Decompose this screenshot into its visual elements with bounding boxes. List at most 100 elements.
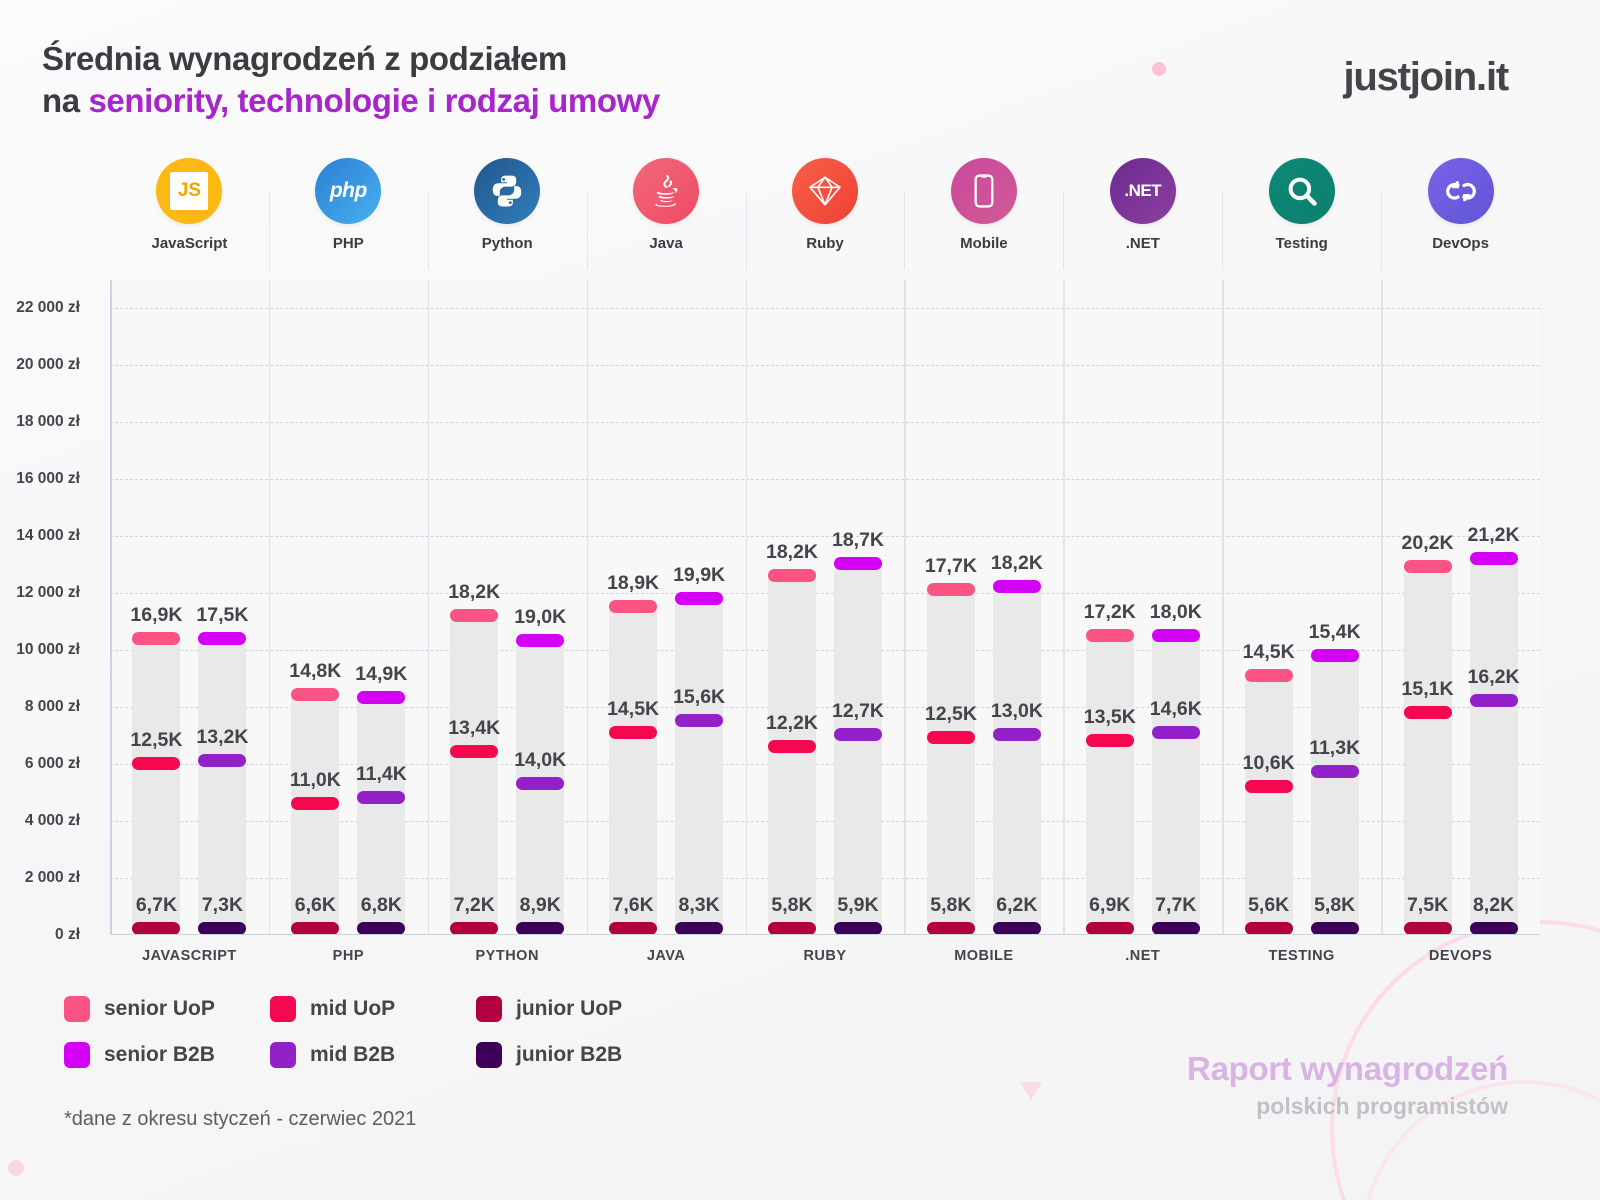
- testing-icon: [1268, 158, 1335, 224]
- bar-group-java: 18,9K 14,5K 7,6K 19,9K 15,6K 8,3K: [587, 280, 746, 935]
- bar-track-b2b[interactable]: 15,4K 11,3K 5,8K: [1309, 621, 1361, 935]
- bar-track-uop[interactable]: 18,2K 13,4K 7,2K: [448, 581, 500, 935]
- bar-value-label: 16,2K: [1467, 666, 1520, 689]
- bar-group-python: 18,2K 13,4K 7,2K 19,0K 14,0K 8,9K: [428, 280, 587, 935]
- x-axis-label: TESTING: [1268, 948, 1335, 964]
- bar-value-label: 17,2K: [1083, 600, 1136, 623]
- legend-item-senior-b2b[interactable]: senior B2B: [64, 1042, 270, 1068]
- bar-marker-senior-b2b[interactable]: [992, 580, 1041, 594]
- legend-item-mid-b2b[interactable]: mid B2B: [270, 1042, 476, 1068]
- bar-marker-senior-uop[interactable]: [1403, 560, 1452, 574]
- java-icon: [633, 158, 700, 224]
- bar-track-uop[interactable]: 20,2K 15,1K 7,5K: [1402, 532, 1454, 935]
- bar-marker-senior-b2b[interactable]: [1469, 551, 1518, 565]
- bar-marker-senior-uop[interactable]: [609, 600, 658, 614]
- bar-marker-senior-b2b[interactable]: [834, 557, 882, 571]
- bar-marker-mid-uop[interactable]: [1244, 779, 1293, 793]
- bar-track-b2b[interactable]: 14,9K 11,4K 6,8K: [355, 663, 407, 935]
- legend-item-mid-uop[interactable]: mid UoP: [270, 996, 476, 1022]
- bar-track-b2b[interactable]: 18,2K 13,0K 6,2K: [991, 552, 1043, 935]
- bar-marker-senior-uop[interactable]: [132, 631, 181, 645]
- bar-marker-senior-uop[interactable]: [1085, 628, 1134, 642]
- legend-item-junior-b2b[interactable]: junior B2B: [476, 1042, 682, 1068]
- bar-marker-mid-uop[interactable]: [926, 731, 975, 745]
- bar-value-label: 7,3K: [201, 894, 244, 916]
- tech-cell-javascript: JS JavaScript: [110, 158, 269, 270]
- legend-item-junior-uop[interactable]: junior UoP: [476, 996, 682, 1022]
- bar-marker-mid-uop[interactable]: [1085, 734, 1134, 748]
- bar-marker-mid-uop[interactable]: [450, 745, 499, 759]
- bar-marker-senior-b2b[interactable]: [198, 631, 247, 645]
- bar-value-label: 8,3K: [678, 894, 720, 916]
- legend-item-senior-uop[interactable]: senior UoP: [64, 996, 270, 1022]
- decor-dot-icon: [1152, 62, 1166, 76]
- bar-marker-senior-uop[interactable]: [450, 608, 499, 622]
- x-axis-label: PYTHON: [475, 948, 539, 964]
- bar-track-b2b[interactable]: 19,0K 14,0K 8,9K: [514, 606, 566, 935]
- bar-marker-senior-uop[interactable]: [768, 568, 816, 582]
- bar-marker-mid-b2b[interactable]: [1310, 765, 1359, 779]
- legend-swatch-icon: [64, 996, 90, 1022]
- bar-value-label: 14,5K: [1242, 640, 1295, 663]
- bar-value-label: 16,9K: [130, 603, 183, 626]
- bar-track-b2b[interactable]: 21,2K 16,2K 8,2K: [1467, 524, 1520, 935]
- bar-marker-senior-b2b[interactable]: [357, 691, 406, 705]
- bar-group-testing: 14,5K 10,6K 5,6K 15,4K 11,3K 5,8K: [1222, 280, 1381, 935]
- bar-marker-senior-b2b[interactable]: [516, 634, 565, 648]
- bar-marker-senior-b2b[interactable]: [1310, 648, 1359, 662]
- bar-marker-mid-b2b[interactable]: [1151, 725, 1200, 739]
- bar-marker-mid-b2b[interactable]: [357, 791, 406, 804]
- bar-marker-mid-uop[interactable]: [291, 796, 340, 810]
- bar-marker-senior-uop[interactable]: [1244, 668, 1293, 682]
- bar-marker-mid-b2b[interactable]: [1469, 694, 1518, 708]
- bar-pair: 14,5K 10,6K 5,6K 15,4K 11,3K 5,8K: [1222, 280, 1381, 935]
- y-axis-tick-label: 12 000 zł: [16, 584, 80, 602]
- bar-marker-mid-b2b[interactable]: [834, 728, 882, 742]
- bar-track-b2b[interactable]: 18,0K 14,6K 7,7K: [1150, 601, 1202, 935]
- bar-marker-mid-uop[interactable]: [132, 756, 181, 770]
- bar-track-uop[interactable]: 17,2K 13,5K 6,9K: [1084, 601, 1136, 935]
- y-axis-tick-label: 8 000 zł: [24, 698, 80, 716]
- bar-track-uop[interactable]: 18,9K 14,5K 7,6K: [607, 572, 660, 935]
- bar-value-label: 19,0K: [514, 606, 567, 629]
- bar-marker-mid-uop[interactable]: [768, 739, 816, 753]
- bar-value-label: 6,8K: [360, 894, 402, 916]
- bar-marker-mid-b2b[interactable]: [198, 753, 247, 767]
- bar-track-uop[interactable]: 17,7K 12,5K 5,8K: [924, 555, 977, 935]
- bar-value-label: 14,5K: [607, 697, 660, 720]
- chart-legend: senior UoP mid UoP junior UoP senior B2B mid…: [64, 996, 682, 1068]
- bar-value-label: 12,2K: [765, 711, 819, 734]
- bar-marker-senior-uop[interactable]: [926, 583, 975, 597]
- bar-marker-mid-uop[interactable]: [609, 725, 658, 739]
- bar-value-label: 17,7K: [924, 555, 977, 578]
- bar-track-uop[interactable]: 14,5K 10,6K 5,6K: [1243, 641, 1295, 935]
- bar-track-uop[interactable]: 16,9K 12,5K 6,7K: [130, 604, 182, 935]
- bar-value-label: 8,2K: [1472, 894, 1515, 916]
- bar-value-label: 7,5K: [1406, 894, 1449, 916]
- bar-track-b2b[interactable]: 17,5K 13,2K 7,3K: [196, 604, 248, 935]
- bar-marker-senior-uop[interactable]: [291, 688, 340, 702]
- bar-marker-mid-uop[interactable]: [1403, 705, 1452, 719]
- footnote: *dane z okresu styczeń - czerwiec 2021: [64, 1108, 417, 1130]
- bar-track-uop[interactable]: 18,2K 12,2K 5,8K: [765, 541, 819, 935]
- tech-cell-php: php PHP: [268, 158, 428, 270]
- bar-value-label: 12,5K: [924, 703, 977, 726]
- tech-cell-testing: Testing: [1222, 158, 1381, 270]
- mobile-icon: [950, 158, 1017, 224]
- legend-label: senior UoP: [104, 997, 215, 1020]
- bar-marker-mid-b2b[interactable]: [992, 728, 1041, 742]
- bar-track-b2b[interactable]: 18,7K 12,7K 5,9K: [832, 529, 884, 935]
- bar-value-label: 18,7K: [831, 529, 885, 552]
- bar-marker-senior-b2b[interactable]: [675, 591, 724, 605]
- bar-marker-senior-b2b[interactable]: [1151, 628, 1200, 642]
- bar-marker-mid-b2b[interactable]: [675, 714, 724, 728]
- x-axis-labels: JAVASCRIPT PHP PYTHON JAVA RUBY MOBILE .NET TES…: [110, 948, 1540, 964]
- bar-value-label: 8,9K: [519, 894, 561, 916]
- page-title-line2: na seniority, technologie i rodzaj umowy: [42, 80, 660, 122]
- bar-value-label: 5,8K: [1314, 894, 1356, 916]
- bar-marker-mid-b2b[interactable]: [516, 776, 565, 790]
- bar-track-b2b[interactable]: 19,9K 15,6K 8,3K: [673, 564, 725, 935]
- bar-pair: 16,9K 12,5K 6,7K 17,5K 13,2K 7,3K: [110, 280, 269, 935]
- bar-track-uop[interactable]: 14,8K 11,0K 6,6K: [289, 660, 341, 935]
- bar-value-label: 6,9K: [1089, 894, 1131, 916]
